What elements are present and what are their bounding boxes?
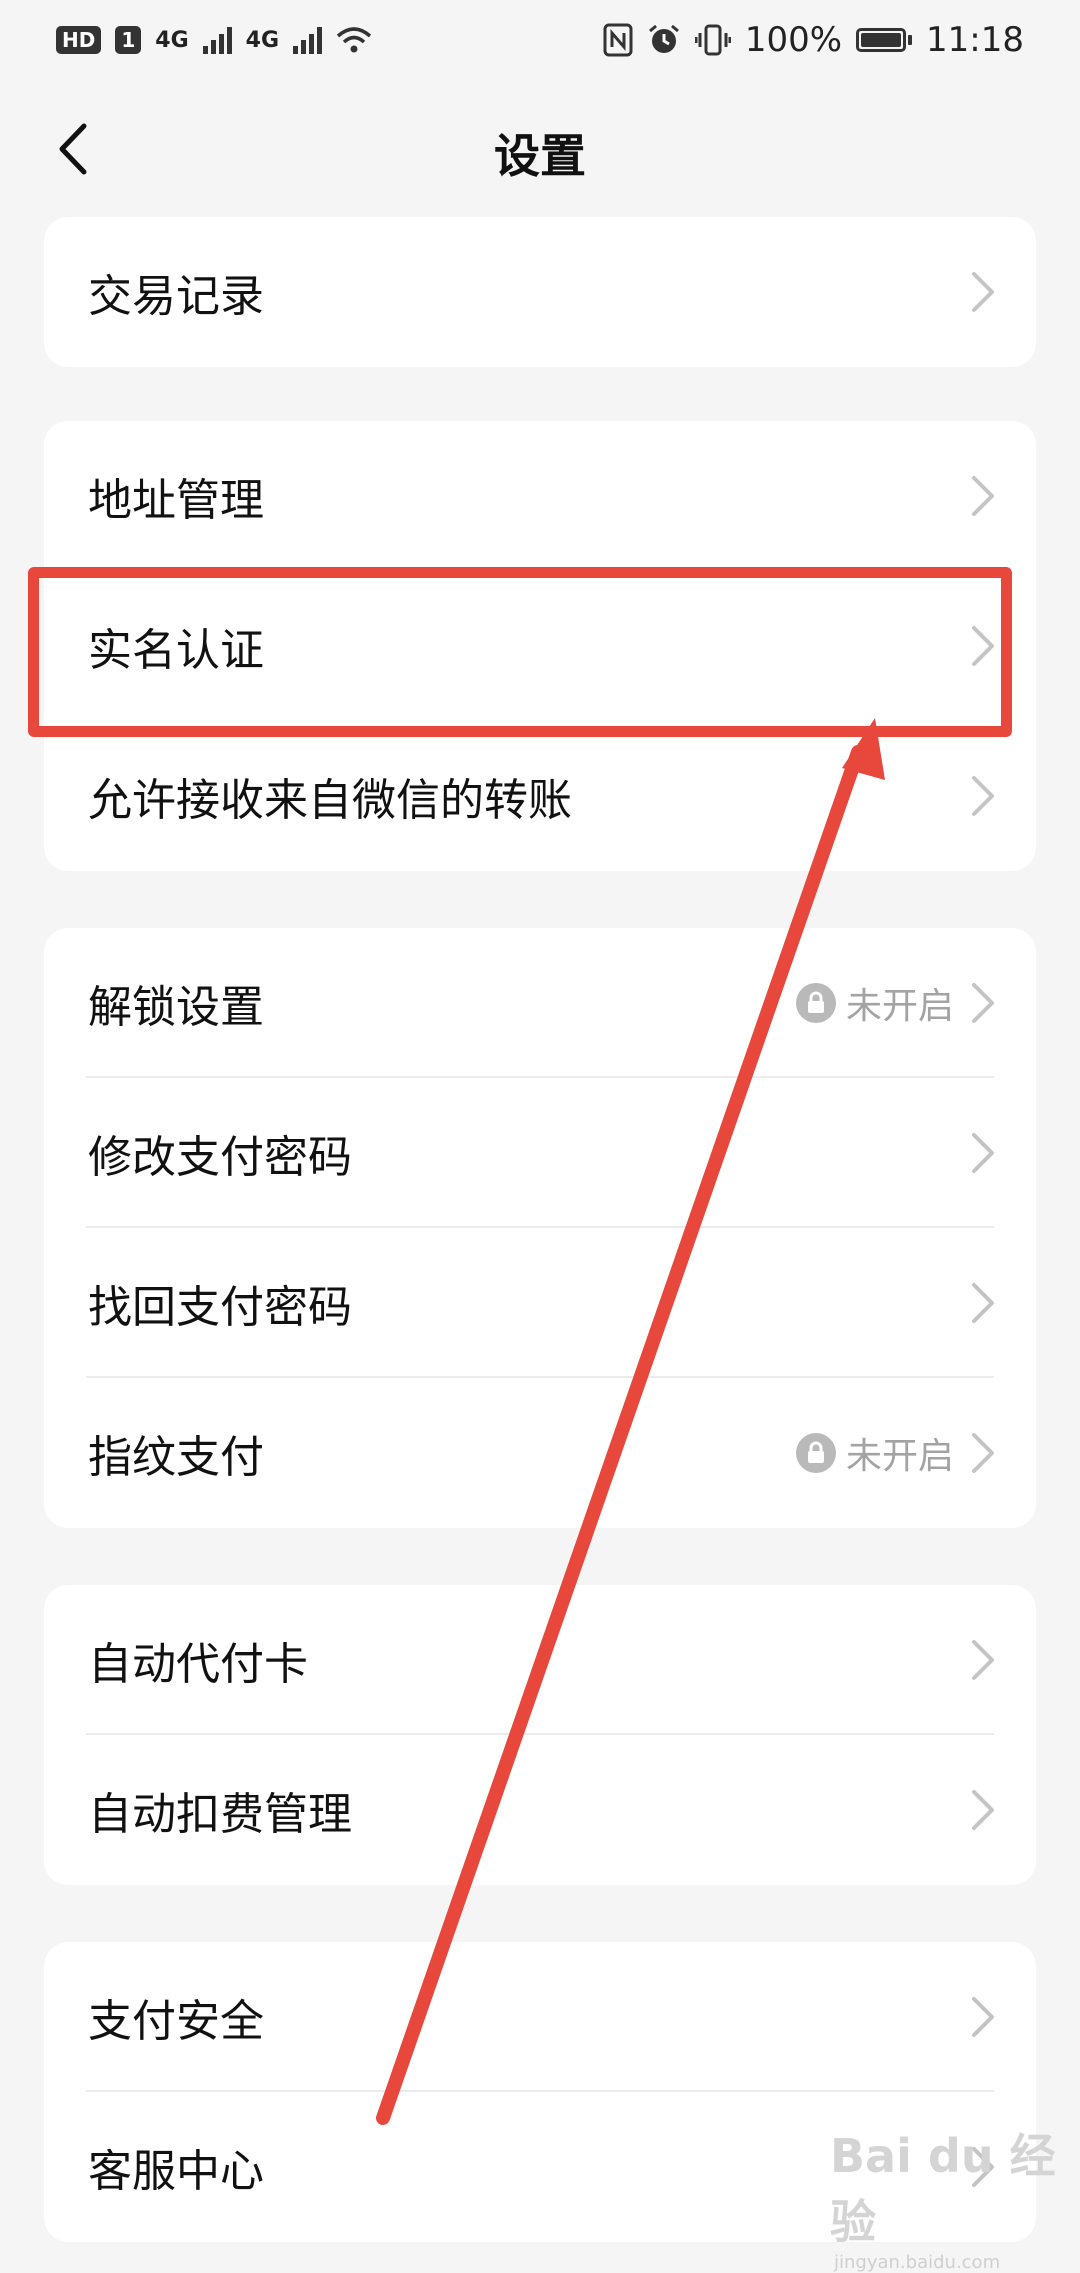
annotation-arrow bbox=[376, 718, 885, 2125]
watermark-brand: Bai du 经验 bbox=[830, 2129, 1056, 2249]
watermark: Bai du 经验 jingyan.baidu.com bbox=[830, 2120, 1080, 2273]
watermark-url: jingyan.baidu.com bbox=[834, 2252, 1001, 2273]
